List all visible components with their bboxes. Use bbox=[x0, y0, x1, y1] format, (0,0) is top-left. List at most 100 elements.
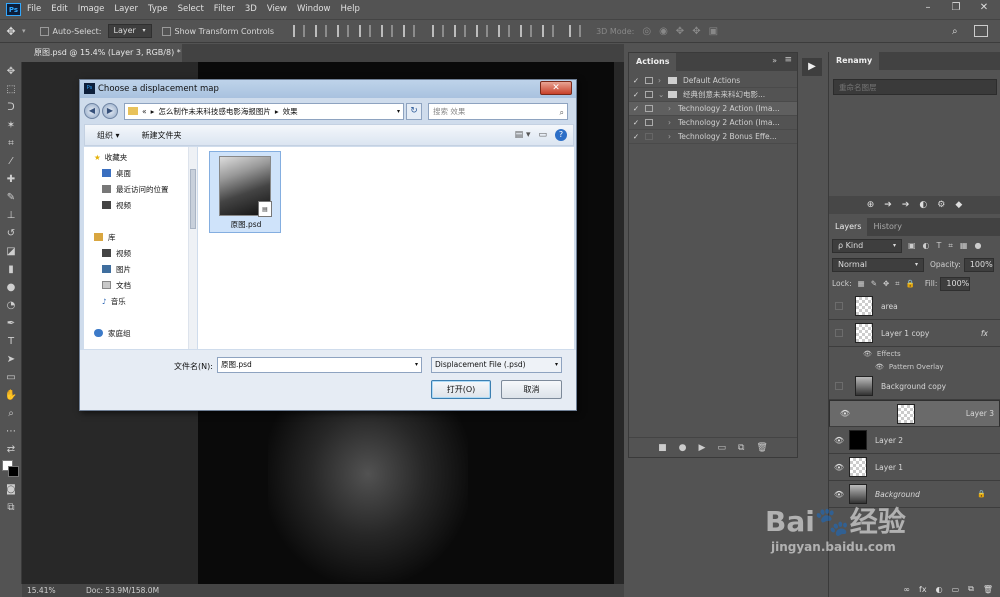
quick-mask-icon[interactable]: ◙ bbox=[0, 480, 22, 498]
opacity-input[interactable]: 100% bbox=[963, 257, 994, 272]
delete-icon[interactable]: 🗑 bbox=[756, 443, 767, 453]
eye-icon[interactable]: 👁 bbox=[863, 350, 872, 358]
nav-scrollbar-thumb[interactable] bbox=[190, 169, 196, 229]
shape-tool-icon[interactable]: ▭ bbox=[0, 368, 22, 386]
link-layers-icon[interactable]: ∞ bbox=[903, 585, 910, 594]
type-tool-icon[interactable]: T bbox=[0, 332, 22, 350]
document-tab[interactable]: 原图.psd @ 15.4% (Layer 3, RGB/8) * × bbox=[22, 44, 182, 75]
properties-icon[interactable]: ⊕ bbox=[867, 200, 875, 210]
blend-mode-dropdown[interactable]: Normal ▾ bbox=[832, 257, 924, 272]
address-bar[interactable]: « ▸ 怎么制作未来科技感电影海报图片 ▸ 效果 ▾ bbox=[124, 102, 404, 120]
organize-button[interactable]: 组织 ▾ bbox=[97, 130, 120, 141]
preview-pane-icon[interactable]: ▭ bbox=[538, 130, 547, 140]
filename-input[interactable]: 原图.psd ▾ bbox=[217, 357, 422, 373]
effects-row[interactable]: 👁 Effects bbox=[829, 347, 1000, 360]
nav-documents[interactable]: 文档 bbox=[94, 277, 196, 293]
panel-menu-icon[interactable]: ≡ bbox=[784, 55, 792, 65]
background-color-swatch[interactable] bbox=[8, 466, 19, 477]
dialog-toggle-box[interactable] bbox=[645, 133, 653, 140]
eye-icon[interactable]: 👁 bbox=[829, 436, 849, 445]
expand-arrow-icon[interactable]: › bbox=[668, 118, 678, 127]
nav-desktop[interactable]: 桌面 bbox=[94, 165, 196, 181]
filetype-select[interactable]: Displacement File (.psd) ▾ bbox=[431, 357, 562, 373]
action-item[interactable]: ✓ › Technology 2 Action (Ima... bbox=[629, 102, 797, 116]
dialog-close-button[interactable]: ✕ bbox=[540, 81, 572, 95]
search-box[interactable]: 搜索 效果 ⌕ bbox=[428, 102, 568, 120]
zoom-level[interactable]: 15.41% bbox=[27, 586, 56, 595]
filename-dropdown-icon[interactable]: ▾ bbox=[415, 358, 418, 372]
layer-row-layer3[interactable]: 👁 Layer 3 bbox=[829, 400, 1000, 427]
minimize-button[interactable]: – bbox=[914, 0, 942, 16]
pattern-overlay-row[interactable]: 👁 Pattern Overlay bbox=[829, 360, 1000, 373]
action-toggle-check[interactable]: ✓ bbox=[629, 90, 643, 99]
layer-row-layer1copy[interactable]: Layer 1 copy fx bbox=[829, 320, 1000, 347]
play-icon[interactable]: ▶ bbox=[699, 443, 706, 453]
eye-icon[interactable]: 👁 bbox=[875, 363, 884, 371]
new-layer-icon[interactable]: ⧉ bbox=[968, 584, 974, 594]
breadcrumb-parent[interactable]: 怎么制作未来科技感电影海报图片 bbox=[158, 106, 271, 117]
restore-button[interactable]: ❐ bbox=[942, 0, 970, 16]
menu-window[interactable]: Window bbox=[297, 4, 331, 14]
menu-type[interactable]: Type bbox=[148, 4, 168, 14]
breadcrumb-current[interactable]: 效果 bbox=[283, 106, 298, 117]
magic-wand-tool-icon[interactable]: ✶ bbox=[0, 116, 22, 134]
expand-arrow-icon[interactable]: › bbox=[658, 76, 668, 85]
add-style-icon[interactable]: fx bbox=[919, 585, 927, 594]
dialog-toggle-box[interactable] bbox=[645, 105, 653, 112]
menu-image[interactable]: Image bbox=[78, 4, 105, 14]
visibility-toggle[interactable] bbox=[835, 382, 843, 390]
menu-filter[interactable]: Filter bbox=[214, 4, 235, 14]
show-transform-checkbox[interactable] bbox=[161, 26, 171, 36]
action-item[interactable]: ✓ › Technology 2 Bonus Effe... bbox=[629, 130, 797, 144]
nav-pictures[interactable]: 图片 bbox=[94, 261, 196, 277]
tab-layers[interactable]: Layers bbox=[829, 218, 868, 236]
gradient-tool-icon[interactable]: ▮ bbox=[0, 260, 22, 278]
dialog-toggle-box[interactable] bbox=[645, 77, 653, 84]
blur-tool-icon[interactable]: ● bbox=[0, 278, 22, 296]
expand-arrow-icon[interactable]: › bbox=[668, 104, 678, 113]
healing-tool-icon[interactable]: ✚ bbox=[0, 170, 22, 188]
dialog-toggle-box[interactable] bbox=[645, 91, 653, 98]
refresh-icon[interactable]: ↻ bbox=[406, 102, 422, 120]
menu-3d[interactable]: 3D bbox=[245, 4, 257, 14]
path-select-tool-icon[interactable]: ➤ bbox=[0, 350, 22, 368]
menu-file[interactable]: File bbox=[27, 4, 41, 14]
zoom-tool-icon[interactable]: ⌕ bbox=[0, 404, 22, 422]
visibility-toggle[interactable] bbox=[835, 329, 843, 337]
nav-videos[interactable]: 视频 bbox=[94, 197, 196, 213]
nav-favorites[interactable]: ★ 收藏夹 bbox=[94, 149, 196, 165]
color-swatches[interactable] bbox=[0, 458, 21, 480]
action-toggle-check[interactable]: ✓ bbox=[629, 104, 643, 113]
cancel-button[interactable]: 取消 bbox=[501, 380, 562, 399]
stop-icon[interactable]: ■ bbox=[658, 443, 667, 453]
layer-row-background-copy[interactable]: Background copy bbox=[829, 373, 1000, 400]
eraser-tool-icon[interactable]: ◪ bbox=[0, 242, 22, 260]
distribute-right-icon[interactable] bbox=[542, 25, 555, 37]
screen-mode-icon[interactable]: ⧉ bbox=[0, 498, 22, 516]
action-set-default[interactable]: ✓ › Default Actions bbox=[629, 74, 797, 88]
rename-layer-input[interactable] bbox=[833, 79, 997, 95]
history-brush-tool-icon[interactable]: ↺ bbox=[0, 224, 22, 242]
marquee-tool-icon[interactable]: ⬚ bbox=[0, 80, 22, 98]
action-item[interactable]: ✓ › Technology 2 Action (Ima... bbox=[629, 116, 797, 130]
expand-arrow-icon[interactable]: › bbox=[668, 132, 678, 141]
actions-tab[interactable]: Actions bbox=[629, 53, 677, 71]
layer-row-layer2[interactable]: 👁 Layer 2 bbox=[829, 427, 1000, 454]
distribute-left-icon[interactable] bbox=[498, 25, 511, 37]
layer-row-background[interactable]: 👁 Background 🔒 bbox=[829, 481, 1000, 508]
collapse-panel-icon[interactable]: » bbox=[772, 56, 777, 65]
fx-icon[interactable]: fx bbox=[981, 329, 988, 338]
move-tool-icon[interactable]: ✥ bbox=[0, 62, 22, 80]
gear-icon[interactable]: ⚙ bbox=[937, 200, 945, 210]
more-tools-icon[interactable]: ⋯ bbox=[0, 422, 22, 440]
filetype-dropdown-icon[interactable]: ▾ bbox=[555, 358, 558, 372]
move-tool-icon[interactable]: ✥ bbox=[0, 25, 22, 38]
renamy-tab[interactable]: Renamy bbox=[829, 52, 880, 70]
view-options-icon[interactable]: ▤ ▾ bbox=[515, 130, 531, 140]
nav-libraries[interactable]: 库 bbox=[94, 229, 196, 245]
align-left-icon[interactable] bbox=[359, 25, 372, 37]
new-action-icon[interactable]: ⧉ bbox=[738, 443, 744, 453]
open-button[interactable]: 打开(O) bbox=[431, 380, 491, 399]
action-set-scifi[interactable]: ✓ ⌄ 经典创意未来科幻电影... bbox=[629, 88, 797, 102]
tool-preset-chevron-icon[interactable]: ▾ bbox=[22, 27, 26, 35]
